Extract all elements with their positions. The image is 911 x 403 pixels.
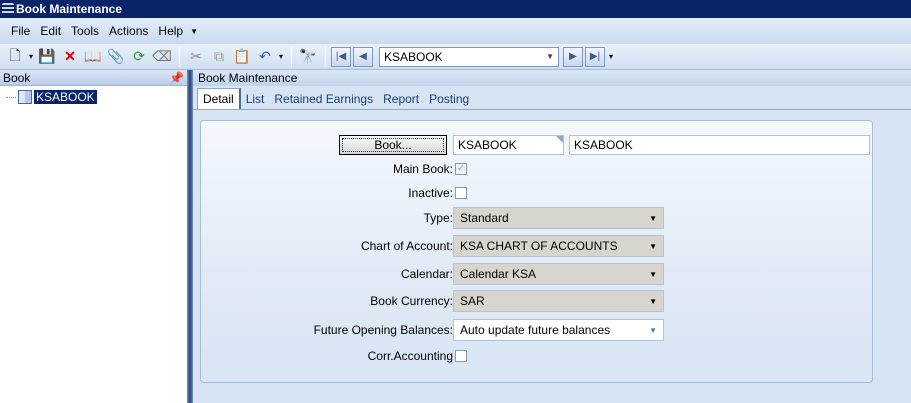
main-book-label: Main Book: <box>392 162 453 176</box>
menu-help[interactable]: Help <box>153 24 188 38</box>
detail-form: Book... KSABOOK KSABOOK Main Book: ✓ Ina… <box>200 120 873 383</box>
chevron-down-icon: ▼ <box>546 52 554 61</box>
coa-label: Chart of Account: <box>360 239 453 253</box>
type-select[interactable]: Standard ▼ <box>453 207 664 229</box>
inactive-checkbox[interactable] <box>455 187 467 199</box>
book-id-field[interactable]: KSABOOK <box>453 135 564 155</box>
title-bar: Book Maintenance <box>0 0 911 18</box>
menu-tools[interactable]: Tools <box>66 24 104 38</box>
book-description-field[interactable]: KSABOOK <box>569 135 870 155</box>
type-value: Standard <box>460 211 509 225</box>
type-label: Type: <box>423 211 453 225</box>
future-balances-select[interactable]: Auto update future balances ▼ <box>453 319 664 341</box>
currency-label: Book Currency: <box>370 294 453 308</box>
paste-icon[interactable]: 📋 <box>231 46 253 68</box>
tab-strip: Detail List Retained Earnings Report Pos… <box>193 86 911 110</box>
new-dropdown-icon[interactable]: ▾ <box>27 46 35 68</box>
pin-icon[interactable]: 📌 <box>169 71 184 85</box>
corr-accounting-label: Corr.Accounting <box>367 349 453 363</box>
next-record-icon[interactable]: ▶ <box>563 46 583 67</box>
previous-record-icon[interactable]: ◀ <box>353 46 373 67</box>
tree-item[interactable]: KSABOOK <box>6 90 97 104</box>
calendar-value: Calendar KSA <box>460 267 537 281</box>
tab-posting[interactable]: Posting <box>424 89 474 109</box>
currency-row: Book Currency: SAR ▼ <box>201 290 874 312</box>
corr-accounting-row: Corr.Accounting <box>201 345 874 367</box>
navigation-pane: Book 📌 KSABOOK <box>0 70 187 403</box>
menu-edit[interactable]: Edit <box>35 24 66 38</box>
record-selector-value: KSABOOK <box>384 49 443 64</box>
required-corner-icon <box>556 136 563 143</box>
inactive-label: Inactive: <box>408 186 453 200</box>
menu-bar: File Edit Tools Actions Help ▼ <box>0 18 911 44</box>
last-record-icon[interactable]: ▶| <box>585 46 605 67</box>
tab-list[interactable]: List <box>241 89 270 109</box>
main-book-row: Main Book: ✓ <box>201 158 874 180</box>
undo-icon[interactable]: ↶ <box>254 46 276 68</box>
refresh-icon[interactable]: ⟳ <box>128 46 150 68</box>
menu-file[interactable]: File <box>6 24 35 38</box>
menu-actions[interactable]: Actions <box>104 24 153 38</box>
toolbar-separator <box>291 46 292 67</box>
tab-report[interactable]: Report <box>378 89 424 109</box>
navigation-pane-title: Book <box>3 70 31 85</box>
app-icon <box>2 3 14 15</box>
future-balances-row: Future Opening Balances: Auto update fut… <box>201 319 874 341</box>
tree-item-label: KSABOOK <box>34 90 97 104</box>
toolbar-overflow-icon[interactable]: ▾ <box>607 46 615 68</box>
book-row: Book... KSABOOK KSABOOK <box>201 134 874 156</box>
book-id-value: KSABOOK <box>458 138 517 152</box>
toolbar: 🗋 ▾ 💾 ✕ 📖 📎 ⟳ ⌫ ✂ ⧉ 📋 ↶ ▾ 🔭 |◀ ◀ KSABOOK… <box>0 44 911 70</box>
menu-overflow-icon[interactable]: ▼ <box>190 27 198 36</box>
book-button[interactable]: Book... <box>339 135 447 155</box>
window-title: Book Maintenance <box>16 2 123 16</box>
main-pane: Book Maintenance Detail List Retained Ea… <box>193 70 911 403</box>
tab-retained-earnings[interactable]: Retained Earnings <box>269 89 378 109</box>
currency-value: SAR <box>460 294 485 308</box>
future-balances-value: Auto update future balances <box>460 323 611 337</box>
main-book-checkbox: ✓ <box>455 163 467 175</box>
future-balances-label: Future Opening Balances: <box>313 323 453 337</box>
chevron-down-icon: ▼ <box>649 241 657 251</box>
chevron-down-icon: ▼ <box>649 325 657 335</box>
chevron-down-icon: ▼ <box>649 269 657 279</box>
first-record-icon[interactable]: |◀ <box>331 46 351 67</box>
chevron-down-icon: ▼ <box>649 213 657 223</box>
record-selector[interactable]: KSABOOK ▼ <box>379 46 559 67</box>
book-icon[interactable]: 📖 <box>82 46 104 68</box>
calendar-select[interactable]: Calendar KSA ▼ <box>453 263 664 285</box>
coa-row: Chart of Account: KSA CHART OF ACCOUNTS … <box>201 235 874 257</box>
toolbar-separator <box>325 46 326 67</box>
calendar-row: Calendar: Calendar KSA ▼ <box>201 263 874 285</box>
delete-icon[interactable]: ✕ <box>59 46 81 68</box>
attach-icon[interactable]: 📎 <box>105 46 127 68</box>
toolbar-separator <box>179 46 180 67</box>
main-pane-title: Book Maintenance <box>193 70 911 86</box>
undo-dropdown-icon[interactable]: ▾ <box>277 46 285 68</box>
calendar-label: Calendar: <box>400 267 453 281</box>
tab-detail[interactable]: Detail <box>197 88 241 109</box>
book-description-value: KSABOOK <box>574 138 633 152</box>
currency-select[interactable]: SAR ▼ <box>453 290 664 312</box>
coa-select[interactable]: KSA CHART OF ACCOUNTS ▼ <box>453 235 664 257</box>
cut-icon[interactable]: ✂ <box>185 46 207 68</box>
corr-accounting-checkbox[interactable] <box>455 350 467 362</box>
inactive-row: Inactive: <box>201 182 874 204</box>
type-row: Type: Standard ▼ <box>201 207 874 229</box>
navigation-pane-header: Book 📌 <box>0 70 187 86</box>
new-icon[interactable]: 🗋 <box>4 46 26 68</box>
save-icon[interactable]: 💾 <box>36 46 58 68</box>
chevron-down-icon: ▼ <box>649 296 657 306</box>
coa-value: KSA CHART OF ACCOUNTS <box>460 239 618 253</box>
book-node-icon <box>18 90 32 104</box>
copy-icon[interactable]: ⧉ <box>208 46 230 68</box>
eraser-icon[interactable]: ⌫ <box>151 46 173 68</box>
search-icon[interactable]: 🔭 <box>297 46 319 68</box>
tree-connector <box>6 96 16 98</box>
